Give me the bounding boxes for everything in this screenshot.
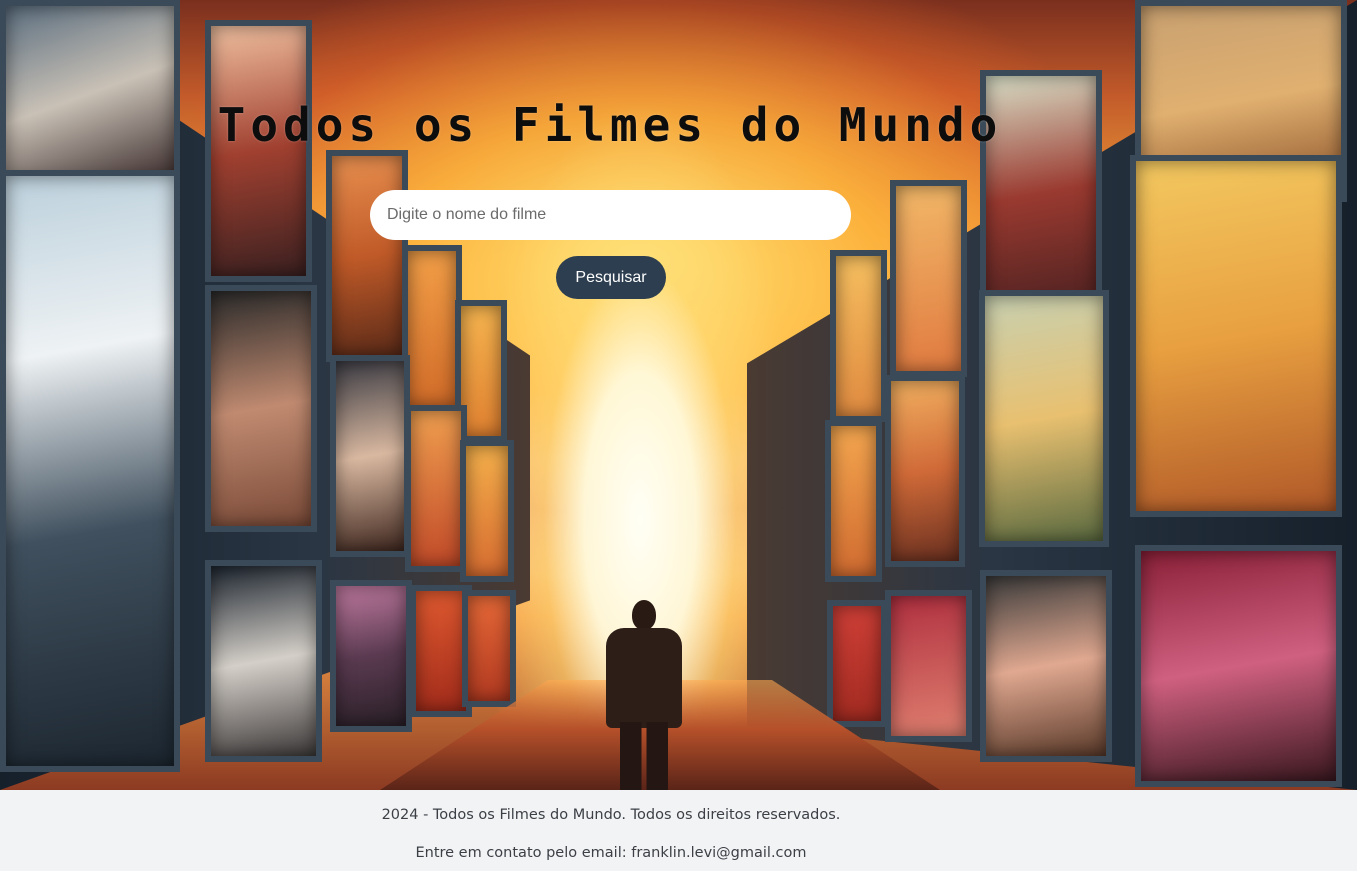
- movie-screen: [402, 245, 462, 412]
- movie-screen: [890, 180, 967, 377]
- movie-screen: [0, 170, 180, 772]
- movie-screen: [330, 580, 412, 732]
- page-footer: 2024 - Todos os Filmes do Mundo. Todos o…: [0, 790, 1357, 871]
- movie-screen: [405, 405, 467, 572]
- silhouette-legs: [620, 722, 668, 790]
- hero-background-image: Todos os Filmes do Mundo Pesquisar: [0, 0, 1357, 790]
- footer-copyright: 2024 - Todos os Filmes do Mundo. Todos o…: [381, 807, 841, 823]
- movie-screen: [330, 355, 410, 557]
- movie-screen: [460, 440, 514, 582]
- movie-screen: [827, 600, 887, 727]
- search-button[interactable]: Pesquisar: [556, 256, 666, 299]
- movie-screen: [825, 420, 882, 582]
- movie-screen: [979, 290, 1109, 547]
- silhouette-head: [632, 600, 656, 630]
- movie-screen: [326, 150, 408, 362]
- movie-search-input[interactable]: [370, 190, 851, 240]
- movie-screen: [885, 375, 965, 567]
- footer-contact: Entre em contato pelo email: franklin.le…: [415, 845, 807, 861]
- movie-screen: [0, 0, 180, 187]
- movie-screen: [980, 570, 1112, 762]
- page-title: Todos os Filmes do Mundo: [217, 98, 1003, 152]
- movie-screen: [205, 285, 317, 532]
- movie-screen: [1130, 155, 1342, 517]
- movie-screen: [830, 250, 887, 422]
- silhouette-body: [606, 628, 682, 728]
- walking-man-silhouette: [606, 600, 682, 790]
- movie-screen: [205, 560, 322, 762]
- movie-screen: [1135, 545, 1342, 787]
- movie-screen: [885, 590, 972, 742]
- movie-screen: [462, 590, 516, 707]
